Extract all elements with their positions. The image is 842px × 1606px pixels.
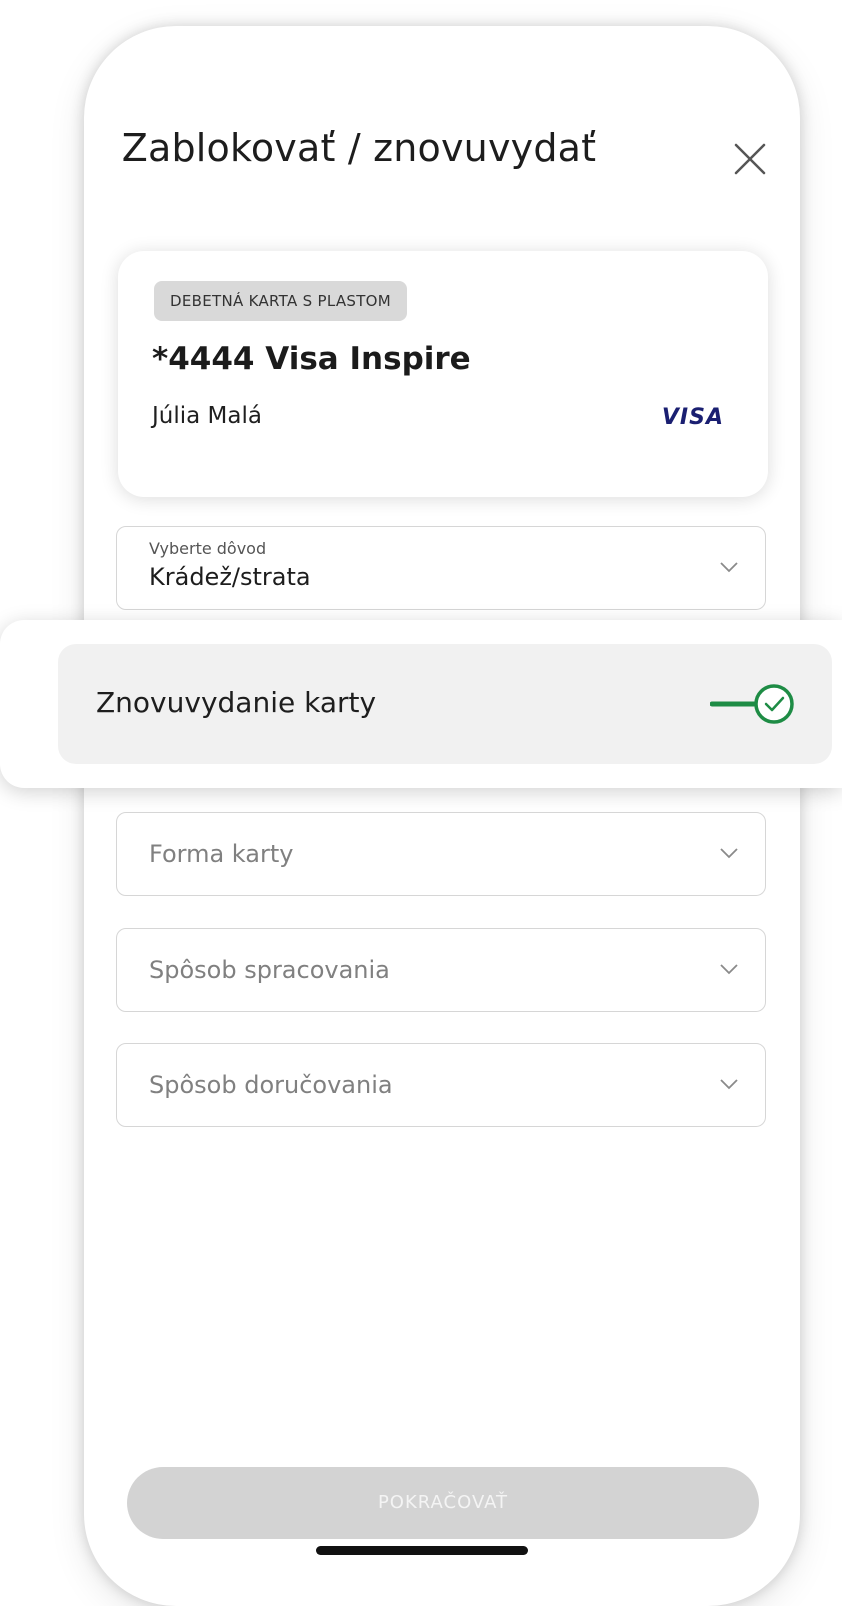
card-form-placeholder: Forma karty bbox=[149, 840, 294, 868]
continue-button[interactable]: POKRAČOVAŤ bbox=[127, 1467, 759, 1539]
card-form-select[interactable]: Forma karty bbox=[116, 812, 766, 896]
card-summary: DEBETNÁ KARTA S PLASTOM *4444 Visa Inspi… bbox=[118, 251, 768, 497]
reason-select-label: Vyberte dôvod bbox=[149, 539, 267, 558]
chevron-down-icon bbox=[720, 1079, 738, 1090]
page-title: Zablokovať / znovuvydať bbox=[121, 126, 597, 170]
chevron-down-icon bbox=[720, 562, 738, 573]
delivery-method-placeholder: Spôsob doručovania bbox=[149, 1071, 393, 1099]
processing-method-placeholder: Spôsob spracovania bbox=[149, 956, 390, 984]
reason-select[interactable]: Vyberte dôvod Krádež/strata bbox=[116, 526, 766, 610]
card-name: *4444 Visa Inspire bbox=[152, 341, 471, 377]
home-indicator[interactable] bbox=[316, 1546, 528, 1555]
delivery-method-select[interactable]: Spôsob doručovania bbox=[116, 1043, 766, 1127]
chevron-down-icon bbox=[720, 848, 738, 859]
reissue-toggle-row[interactable]: Znovuvydanie karty bbox=[58, 644, 832, 764]
visa-logo: VISA bbox=[661, 405, 724, 430]
close-icon[interactable] bbox=[728, 137, 772, 181]
card-type-badge: DEBETNÁ KARTA S PLASTOM bbox=[154, 281, 408, 321]
toggle-switch-on[interactable] bbox=[710, 678, 800, 730]
processing-method-select[interactable]: Spôsob spracovania bbox=[116, 928, 766, 1012]
reason-select-value: Krádež/strata bbox=[149, 563, 311, 591]
card-holder-name: Júlia Malá bbox=[152, 403, 262, 429]
reissue-toggle-label: Znovuvydanie karty bbox=[96, 686, 377, 719]
reissue-toggle-card: Znovuvydanie karty bbox=[0, 620, 842, 788]
chevron-down-icon bbox=[720, 964, 738, 975]
